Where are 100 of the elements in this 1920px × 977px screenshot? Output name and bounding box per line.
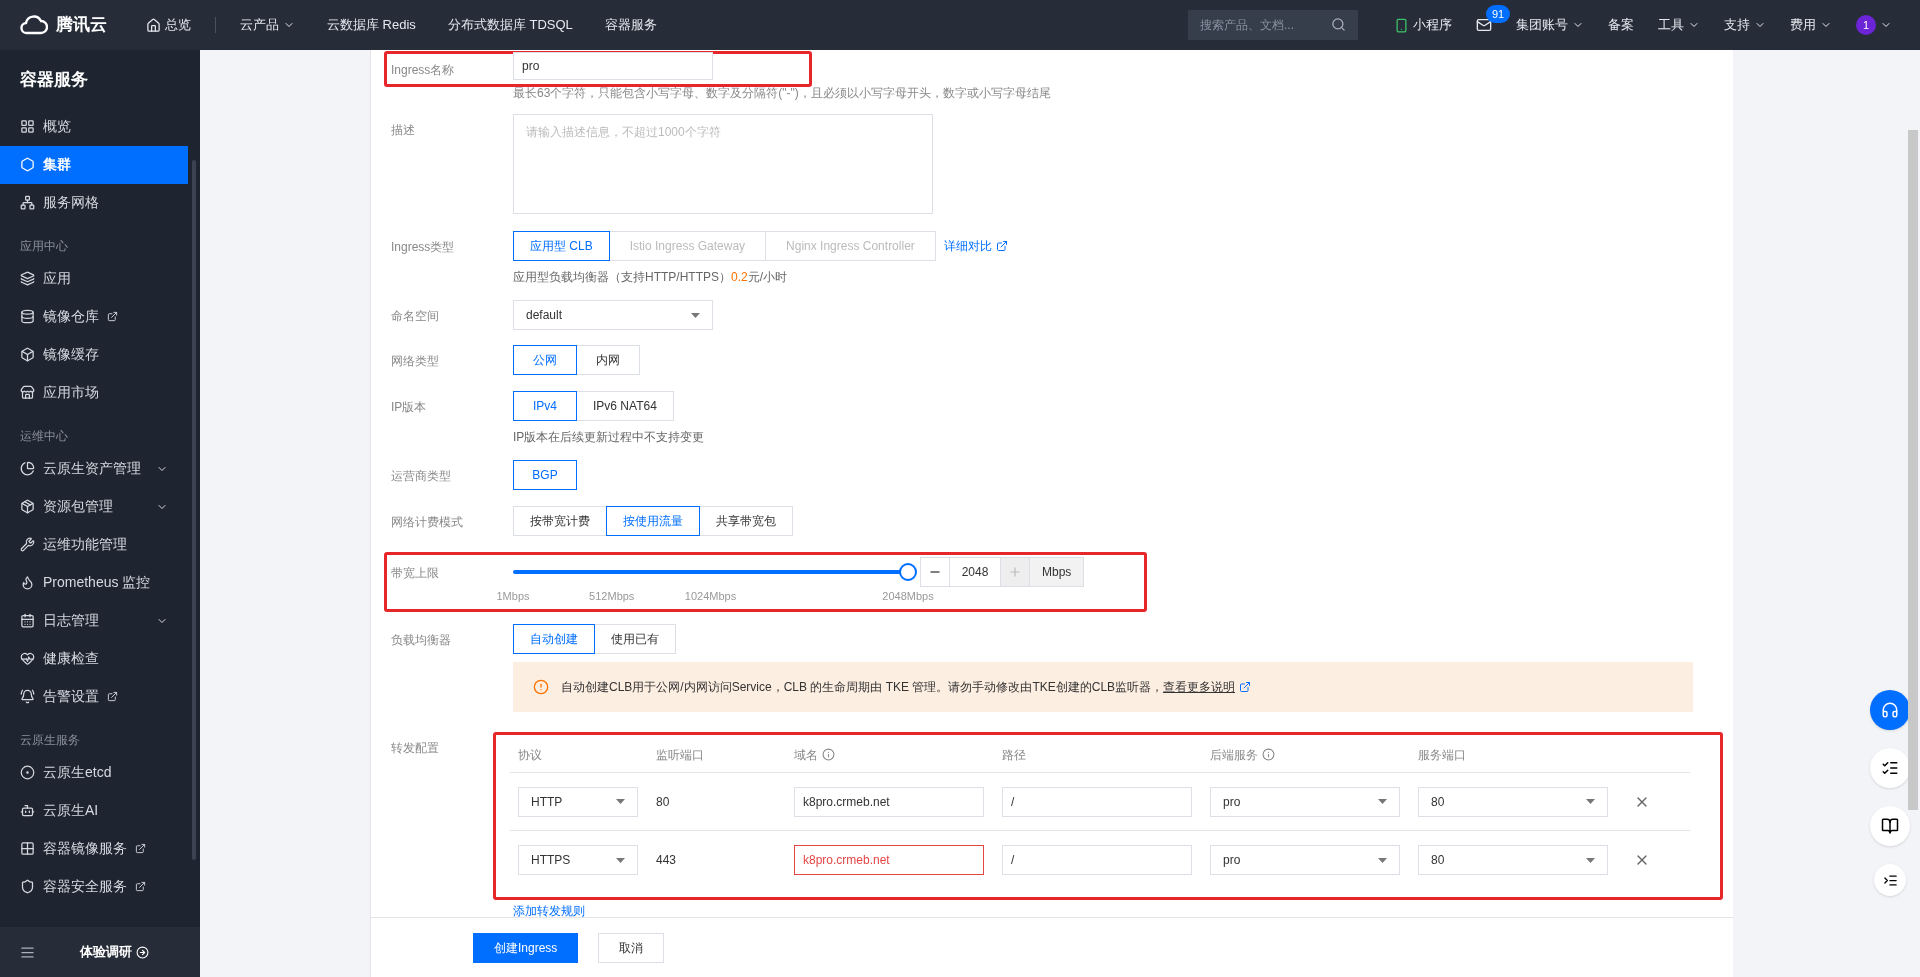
backend-select[interactable]: pro	[1210, 845, 1400, 875]
section-heading: 云原生服务	[19, 731, 81, 749]
sidebar-item[interactable]: 云原生AI	[0, 791, 188, 830]
segment-option[interactable]: 内网	[576, 345, 640, 375]
column-header: 服务端口	[1417, 746, 1467, 764]
sidebar-item[interactable]: 告警设置	[0, 677, 188, 716]
menu-link[interactable]: 费用	[1778, 15, 1844, 35]
sidebar-item[interactable]: 概览	[0, 107, 188, 146]
namespace-select[interactable]: default	[513, 300, 713, 330]
backend-select[interactable]: pro	[1210, 786, 1400, 817]
column-header: 路径	[1001, 746, 1027, 764]
collapse-icon[interactable]	[20, 944, 35, 960]
protocol-select[interactable]: HTTPS	[518, 845, 638, 875]
menu-icon	[20, 461, 35, 476]
warning-icon	[533, 679, 549, 695]
menu-icon	[20, 271, 35, 286]
nav-link[interactable]: 云数据库 Redis	[311, 15, 432, 35]
protocol-select[interactable]: HTTP	[518, 786, 638, 817]
scrollbar[interactable]	[192, 160, 196, 860]
field-label: 命名空间	[391, 308, 440, 325]
compare-link[interactable]: 详细对比	[943, 237, 1008, 255]
segment-option[interactable]: 应用型 CLB	[513, 231, 610, 261]
segment-option[interactable]: 按带宽计费	[513, 506, 607, 536]
create-button[interactable]: 创建Ingress	[473, 932, 579, 963]
caret-icon	[1586, 857, 1595, 863]
list-button[interactable]	[1870, 748, 1910, 788]
sidebar-item[interactable]: 资源包管理	[0, 487, 188, 526]
sidebar-item[interactable]: 云原生etcd	[0, 753, 188, 792]
path-field[interactable]: /	[1002, 845, 1192, 875]
menu-link[interactable]: 备案	[1596, 15, 1646, 35]
segment-option[interactable]: IPv4	[513, 391, 577, 421]
sidebar-item[interactable]: 应用市场	[0, 373, 188, 412]
sidebar-item[interactable]: 容器安全服务	[0, 867, 188, 906]
menu-icon	[20, 803, 35, 818]
service-port-select[interactable]: 80	[1418, 845, 1608, 875]
menu-icon	[20, 651, 35, 666]
docs-button[interactable]	[1870, 806, 1910, 846]
sidebar-item[interactable]: 日志管理	[0, 601, 188, 640]
mail-icon[interactable]	[1476, 17, 1492, 33]
unit-label: Mbps	[1030, 557, 1085, 587]
support-button[interactable]	[1870, 690, 1910, 730]
sidebar-item[interactable]: 集群	[0, 145, 188, 184]
menu-link[interactable]: 工具	[1646, 15, 1712, 35]
outline-button[interactable]	[1874, 864, 1906, 896]
segment-option[interactable]: 共享带宽包	[699, 506, 793, 536]
segment-option[interactable]: 使用已有	[594, 624, 676, 654]
survey-link[interactable]: 体验调研	[80, 942, 149, 962]
sidebar-item[interactable]: 应用	[0, 259, 188, 298]
segment-option[interactable]: 公网	[513, 345, 577, 375]
sidebar-item[interactable]: 服务网格	[0, 183, 188, 222]
service-port-select[interactable]: 80	[1418, 786, 1608, 817]
mini-program-icon	[1394, 17, 1409, 33]
sidebar-item[interactable]: 镜像缓存	[0, 335, 188, 374]
slider-thumb[interactable]	[899, 563, 917, 581]
column-header: 协议	[517, 746, 543, 764]
brand-name: 腾讯云	[56, 14, 107, 37]
menu-icon	[20, 347, 35, 362]
caret-icon	[1378, 799, 1387, 804]
segment-option[interactable]: 按使用流量	[606, 506, 700, 536]
search-field[interactable]: 搜索产品、文档...	[1188, 10, 1358, 40]
nav-link[interactable]: 容器服务	[588, 15, 673, 35]
section-heading: 运维中心	[19, 427, 69, 445]
name-field[interactable]: pro	[513, 52, 713, 80]
domain-field[interactable]: k8pro.crmeb.net	[794, 786, 984, 817]
add-rule-link[interactable]: 添加转发规则	[513, 902, 1723, 917]
caret-icon	[616, 857, 625, 863]
field-label: 描述	[391, 122, 416, 139]
sidebar-item[interactable]: 镜像仓库	[0, 297, 188, 336]
sidebar-item[interactable]: 容器镜像服务	[0, 829, 188, 868]
menu-icon	[20, 499, 35, 514]
caret-icon	[691, 312, 700, 318]
nav-link[interactable]: 分布式数据库 TDSQL	[431, 15, 589, 35]
menu-icon	[20, 385, 35, 400]
menu-icon	[20, 689, 35, 704]
search-icon	[1331, 17, 1346, 32]
nav-link[interactable]: 总览	[130, 15, 207, 35]
mini-program-link[interactable]: 小程序	[1382, 15, 1464, 35]
sidebar-item[interactable]: 运维功能管理	[0, 525, 188, 564]
home-icon	[146, 17, 161, 33]
description-field[interactable]: 请输入描述信息，不超过1000个字符	[513, 114, 933, 214]
segment-option[interactable]: IPv6 NAT64	[576, 391, 674, 421]
menu-icon	[20, 309, 35, 324]
domain-field[interactable]: k8pro.crmeb.net	[794, 845, 984, 875]
tick-label: 2048Mbps	[882, 589, 934, 604]
column-header: 监听端口	[655, 746, 705, 764]
sidebar-item[interactable]: 云原生资产管理	[0, 449, 188, 488]
cancel-button[interactable]: 取消	[598, 932, 665, 963]
path-field[interactable]: /	[1002, 786, 1192, 817]
sidebar-item[interactable]: 健康检查	[0, 639, 188, 678]
segment-option[interactable]: 自动创建	[513, 624, 595, 654]
more-info-link[interactable]: 查看更多说明	[1163, 678, 1236, 696]
segment-option[interactable]: BGP	[513, 460, 577, 490]
field-label: 运营商类型	[391, 468, 452, 485]
sidebar-item[interactable]: Prometheus 监控	[0, 563, 188, 602]
menu-link[interactable]: 支持	[1712, 15, 1778, 35]
caret-icon	[616, 799, 625, 804]
field-label: 网络类型	[391, 353, 440, 370]
nav-link[interactable]: 云产品	[224, 15, 311, 35]
menu-icon	[20, 765, 35, 780]
scrollbar[interactable]	[1908, 130, 1918, 810]
